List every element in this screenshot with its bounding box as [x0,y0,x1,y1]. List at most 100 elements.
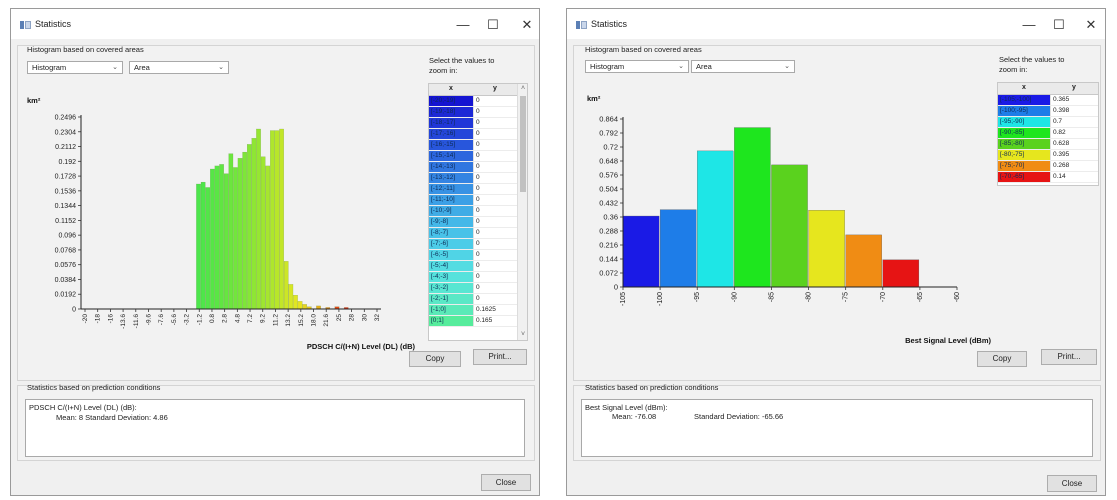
table-row[interactable]: [-70;-65] 0.14 [998,172,1098,183]
x-tick-label: 15.2 [298,314,305,327]
table-row[interactable]: [-17;-16] 0 [429,129,527,140]
table-row[interactable]: [-90;-85] 0.82 [998,128,1098,139]
cell-x: [-14;-13] [429,162,473,172]
x-tick-label: -60 [954,292,961,302]
table-row[interactable]: [-5;-4] 0 [429,261,527,272]
statistics-window-left: Statistics — ☐ ✕ Histogram based on cove… [10,8,540,496]
cell-x: [-17;-16] [429,129,473,139]
close-button[interactable]: Close [1047,475,1097,492]
cell-y: 0 [473,206,517,216]
zoom-values-table[interactable]: x y [-20;-19] 0 [-19;-18] 0 [-18;-17] 0 [-17;-… [428,83,528,341]
histogram-bar [251,138,257,310]
table-row[interactable]: [-1;0] 0.1625 [429,305,527,316]
y-tick-label: 0.144 [599,255,618,264]
cell-y: 0 [473,96,517,106]
maximize-button[interactable]: ☐ [481,15,505,35]
select-values-label: Select the values to [999,55,1065,64]
x-tick-label: 21.6 [323,314,330,327]
x-tick-label: -5.6 [171,314,178,326]
table-row[interactable]: [-2;-1] 0 [429,294,527,305]
y-tick-label: 0.648 [599,157,618,166]
cell-x: [-1;0] [429,305,473,315]
statistics-textbox[interactable]: Best Signal Level (dBm): Mean: -76.08 St… [581,399,1093,457]
title-bar[interactable]: Statistics — ☐ ✕ [567,9,1105,39]
cell-y: 0 [473,173,517,183]
table-row[interactable]: [-20;-19] 0 [429,96,527,107]
table-row[interactable]: [-10;-9] 0 [429,206,527,217]
scroll-up-icon[interactable]: ˄ [518,84,527,94]
table-row[interactable]: [-3;-2] 0 [429,283,527,294]
print-button[interactable]: Print... [473,349,527,365]
x-tick-label: 28 [349,314,356,322]
x-tick-label: -65 [917,292,924,302]
select-values-label: Select the values to [429,56,495,65]
chevron-down-icon: ⌄ [678,63,684,70]
table-row[interactable]: [0;1] 0.165 [429,316,527,327]
histogram-type-dropdown[interactable]: Histogram ⌄ [27,61,123,74]
y-axis-unit: km² [27,96,41,105]
table-row[interactable]: [-6;-5] 0 [429,250,527,261]
zoom-values-table[interactable]: x y [-105;-100] 0.365 [-100;-95] 0.398 [-95;… [997,82,1099,186]
dropdown-value: Histogram [32,63,67,72]
table-row[interactable]: [-13;-12] 0 [429,173,527,184]
y-tick-label: 0.2496 [55,115,77,122]
histogram-bar [297,301,303,310]
close-button[interactable]: Close [481,474,531,491]
table-row[interactable]: [-16;-15] 0 [429,140,527,151]
x-tick-label: -85 [768,292,775,302]
cell-x: [-3;-2] [429,283,473,293]
table-row[interactable]: [-95;-90] 0.7 [998,117,1098,128]
select-values-label-2: zoom in: [429,66,458,75]
x-tick-label: -105 [620,292,627,306]
table-row[interactable]: [-12;-11] 0 [429,184,527,195]
table-row[interactable]: [-100;-95] 0.398 [998,106,1098,117]
x-tick-label: 18.0 [311,314,318,327]
cell-x: [-105;-100] [998,95,1050,105]
x-tick-label: -3.2 [184,314,191,326]
maximize-button[interactable]: ☐ [1047,15,1071,35]
histogram-bar [200,181,206,310]
table-row[interactable]: [-7;-6] 0 [429,239,527,250]
table-row[interactable]: [-19;-18] 0 [429,107,527,118]
minimize-button[interactable]: — [451,15,475,35]
y-tick-label: 0.2304 [55,129,77,136]
table-row[interactable]: [-8;-7] 0 [429,228,527,239]
y-tick-label: 0.288 [599,227,618,236]
copy-button[interactable]: Copy [409,351,461,367]
minimize-button[interactable]: — [1017,15,1041,35]
cell-x: [-2;-1] [429,294,473,304]
y-tick-label: 0 [614,283,618,292]
title-bar[interactable]: Statistics — ☐ ✕ [11,9,539,39]
dropdown-value: Area [696,62,712,71]
table-row[interactable]: [-9;-8] 0 [429,217,527,228]
x-tick-label: -13.6 [120,314,127,329]
table-row[interactable]: [-105;-100] 0.365 [998,95,1098,106]
cell-x: [-6;-5] [429,250,473,260]
histogram-type-dropdown[interactable]: Histogram ⌄ [585,60,689,73]
close-window-button[interactable]: ✕ [515,15,539,35]
table-row[interactable]: [-11;-10] 0 [429,195,527,206]
close-window-button[interactable]: ✕ [1079,15,1103,35]
histogram-bar [228,153,234,310]
table-row[interactable]: [-15;-14] 0 [429,151,527,162]
table-row[interactable]: [-75;-70] 0.268 [998,161,1098,172]
measure-dropdown[interactable]: Area ⌄ [691,60,795,73]
y-tick-label: 0.1344 [55,203,77,210]
measure-dropdown[interactable]: Area ⌄ [129,61,229,74]
y-axis-unit: km² [587,94,601,103]
copy-button[interactable]: Copy [977,351,1027,367]
y-tick-label: 0.72 [603,143,618,152]
scrollbar-thumb[interactable] [520,96,526,192]
x-tick-label: -18 [95,314,102,324]
histogram-bar [622,215,660,288]
table-row[interactable]: [-18;-17] 0 [429,118,527,129]
x-tick-label: -75 [843,292,850,302]
table-row[interactable]: [-80;-75] 0.395 [998,150,1098,161]
table-row[interactable]: [-4;-3] 0 [429,272,527,283]
print-button[interactable]: Print... [1041,349,1097,365]
table-row[interactable]: [-85;-80] 0.628 [998,139,1098,150]
table-scrollbar[interactable]: ˄ ˅ [517,84,527,340]
scroll-down-icon[interactable]: ˅ [518,330,527,340]
statistics-textbox[interactable]: PDSCH C/(I+N) Level (DL) (dB): Mean: 8 S… [25,399,525,457]
table-row[interactable]: [-14;-13] 0 [429,162,527,173]
